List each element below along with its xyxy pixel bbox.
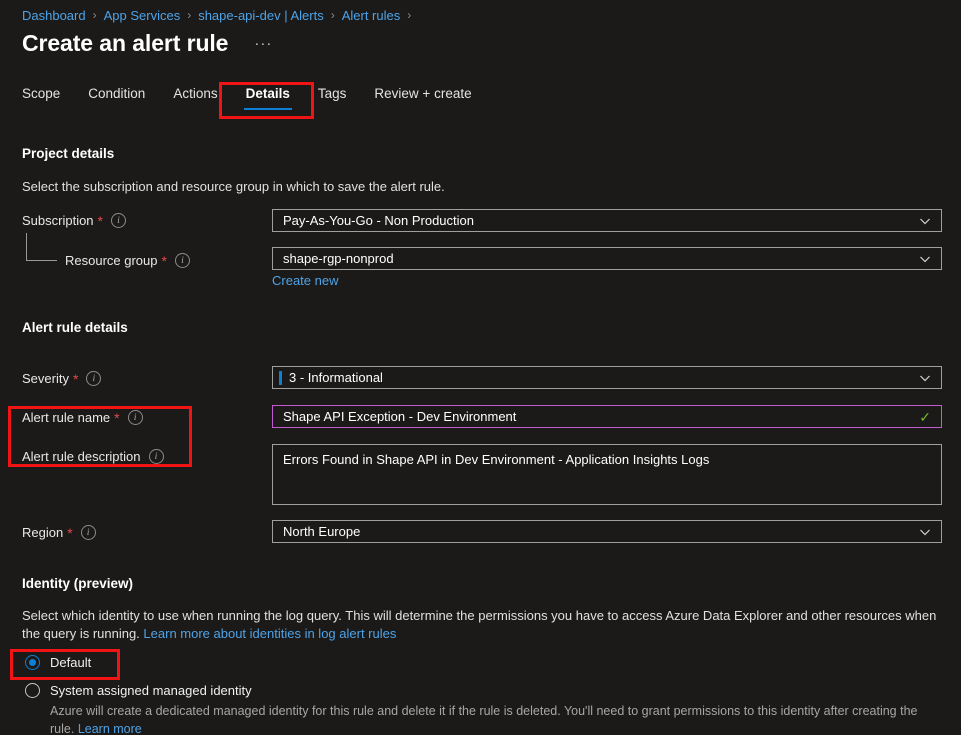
tab-details[interactable]: Details (232, 86, 304, 110)
alert-rule-name-value: Shape API Exception - Dev Environment (283, 409, 517, 424)
region-value: North Europe (283, 524, 361, 539)
tab-scope[interactable]: Scope (22, 86, 74, 110)
valid-check-icon: ✓ (919, 408, 931, 425)
resource-group-dropdown[interactable]: shape-rgp-nonprod (272, 247, 942, 270)
tab-actions[interactable]: Actions (159, 86, 231, 110)
alert-rule-description-label-text: Alert rule description (22, 449, 141, 464)
chevron-down-icon (919, 253, 931, 265)
breadcrumb-separator-icon: › (407, 8, 412, 22)
chevron-down-icon (919, 526, 931, 538)
subscription-required-marker: * (97, 212, 103, 229)
alert-rule-description-value: Errors Found in Shape API in Dev Environ… (283, 452, 710, 467)
severity-indicator-bar (279, 370, 282, 385)
identity-option-system-assigned-description-text: Azure will create a dedicated managed id… (50, 704, 918, 735)
alert-rule-details-heading: Alert rule details (22, 320, 128, 335)
tab-condition[interactable]: Condition (74, 86, 159, 110)
identity-description: Select which identity to use when runnin… (22, 607, 947, 643)
identity-learn-more-link[interactable]: Learn more about identities in log alert… (143, 626, 396, 641)
tab-scope-label: Scope (22, 86, 61, 101)
breadcrumb-item-dashboard[interactable]: Dashboard (22, 8, 86, 23)
resource-group-required-marker: * (161, 252, 167, 269)
region-info-icon[interactable]: i (80, 525, 96, 540)
resource-group-label: Resource group * i (65, 253, 190, 268)
project-details-description: Select the subscription and resource gro… (22, 179, 445, 194)
wizard-tabs: Scope Condition Actions Details Tags Rev… (22, 86, 486, 110)
breadcrumb: Dashboard › App Services › shape-api-dev… (22, 0, 418, 30)
alert-rule-name-info-icon[interactable]: i (127, 410, 143, 425)
breadcrumb-separator-icon: › (92, 8, 97, 22)
tab-actions-label: Actions (173, 86, 218, 101)
radio-default-icon[interactable] (25, 655, 40, 670)
breadcrumb-item-alert-rules[interactable]: Alert rules (342, 8, 401, 23)
alert-rule-description-label: Alert rule description i (22, 449, 164, 464)
alert-rule-name-required-marker: * (114, 409, 120, 426)
resource-group-info-icon[interactable]: i (174, 253, 190, 268)
chevron-down-icon (919, 372, 931, 384)
create-alert-rule-page: Dashboard › App Services › shape-api-dev… (0, 0, 961, 735)
resource-group-tree-connector (26, 233, 57, 261)
identity-heading: Identity (preview) (22, 576, 134, 591)
tab-review-create-label: Review + create (374, 86, 472, 101)
page-title: Create an alert rule (22, 30, 229, 56)
subscription-label: Subscription * i (22, 213, 126, 228)
system-assigned-learn-more-link[interactable]: Learn more (78, 722, 142, 735)
subscription-info-icon[interactable]: i (111, 213, 126, 228)
breadcrumb-separator-icon: › (187, 8, 192, 22)
chevron-down-icon (919, 215, 931, 227)
tab-review-create[interactable]: Review + create (360, 86, 485, 110)
subscription-value: Pay-As-You-Go - Non Production (283, 213, 475, 228)
region-label: Region * i (22, 525, 96, 540)
more-options-icon[interactable]: ··· (250, 36, 276, 51)
severity-required-marker: * (72, 370, 79, 387)
page-header: Create an alert rule ··· (22, 30, 276, 57)
resource-group-value: shape-rgp-nonprod (283, 251, 394, 266)
region-dropdown[interactable]: North Europe (272, 520, 942, 543)
alert-rule-name-label: Alert rule name * i (22, 410, 143, 425)
severity-value: 3 - Informational (289, 370, 383, 385)
radio-system-assigned-icon[interactable] (25, 683, 40, 698)
identity-option-system-assigned-description: Azure will create a dedicated managed id… (50, 702, 930, 735)
create-new-resource-group-link[interactable]: Create new (272, 273, 338, 288)
subscription-dropdown[interactable]: Pay-As-You-Go - Non Production (272, 209, 942, 232)
subscription-label-text: Subscription (22, 213, 94, 228)
identity-option-default[interactable]: Default (25, 655, 91, 670)
breadcrumb-item-app-services[interactable]: App Services (104, 8, 181, 23)
severity-dropdown[interactable]: 3 - Informational (272, 366, 942, 389)
tab-tags-label: Tags (317, 86, 347, 101)
tab-tags[interactable]: Tags (304, 86, 361, 110)
project-details-heading: Project details (22, 146, 115, 161)
breadcrumb-separator-icon: › (330, 8, 335, 22)
alert-rule-name-label-text: Alert rule name (22, 410, 111, 425)
tab-details-label: Details (245, 86, 290, 101)
region-required-marker: * (67, 524, 73, 541)
severity-label: Severity * i (22, 370, 102, 387)
region-label-text: Region (22, 525, 64, 540)
severity-info-icon[interactable]: i (86, 371, 102, 386)
alert-rule-name-input[interactable]: Shape API Exception - Dev Environment ✓ (272, 405, 942, 428)
alert-rule-description-info-icon[interactable]: i (148, 449, 164, 464)
severity-label-text: Severity (22, 371, 69, 386)
tab-condition-label: Condition (88, 86, 146, 101)
identity-option-default-label: Default (50, 655, 92, 670)
identity-option-system-assigned[interactable]: System assigned managed identity (25, 683, 252, 698)
identity-option-system-assigned-label: System assigned managed identity (50, 683, 252, 698)
breadcrumb-item-shape-api-dev-alerts[interactable]: shape-api-dev | Alerts (198, 8, 324, 23)
resource-group-label-text: Resource group (65, 253, 158, 268)
alert-rule-description-textarea[interactable]: Errors Found in Shape API in Dev Environ… (272, 444, 942, 505)
